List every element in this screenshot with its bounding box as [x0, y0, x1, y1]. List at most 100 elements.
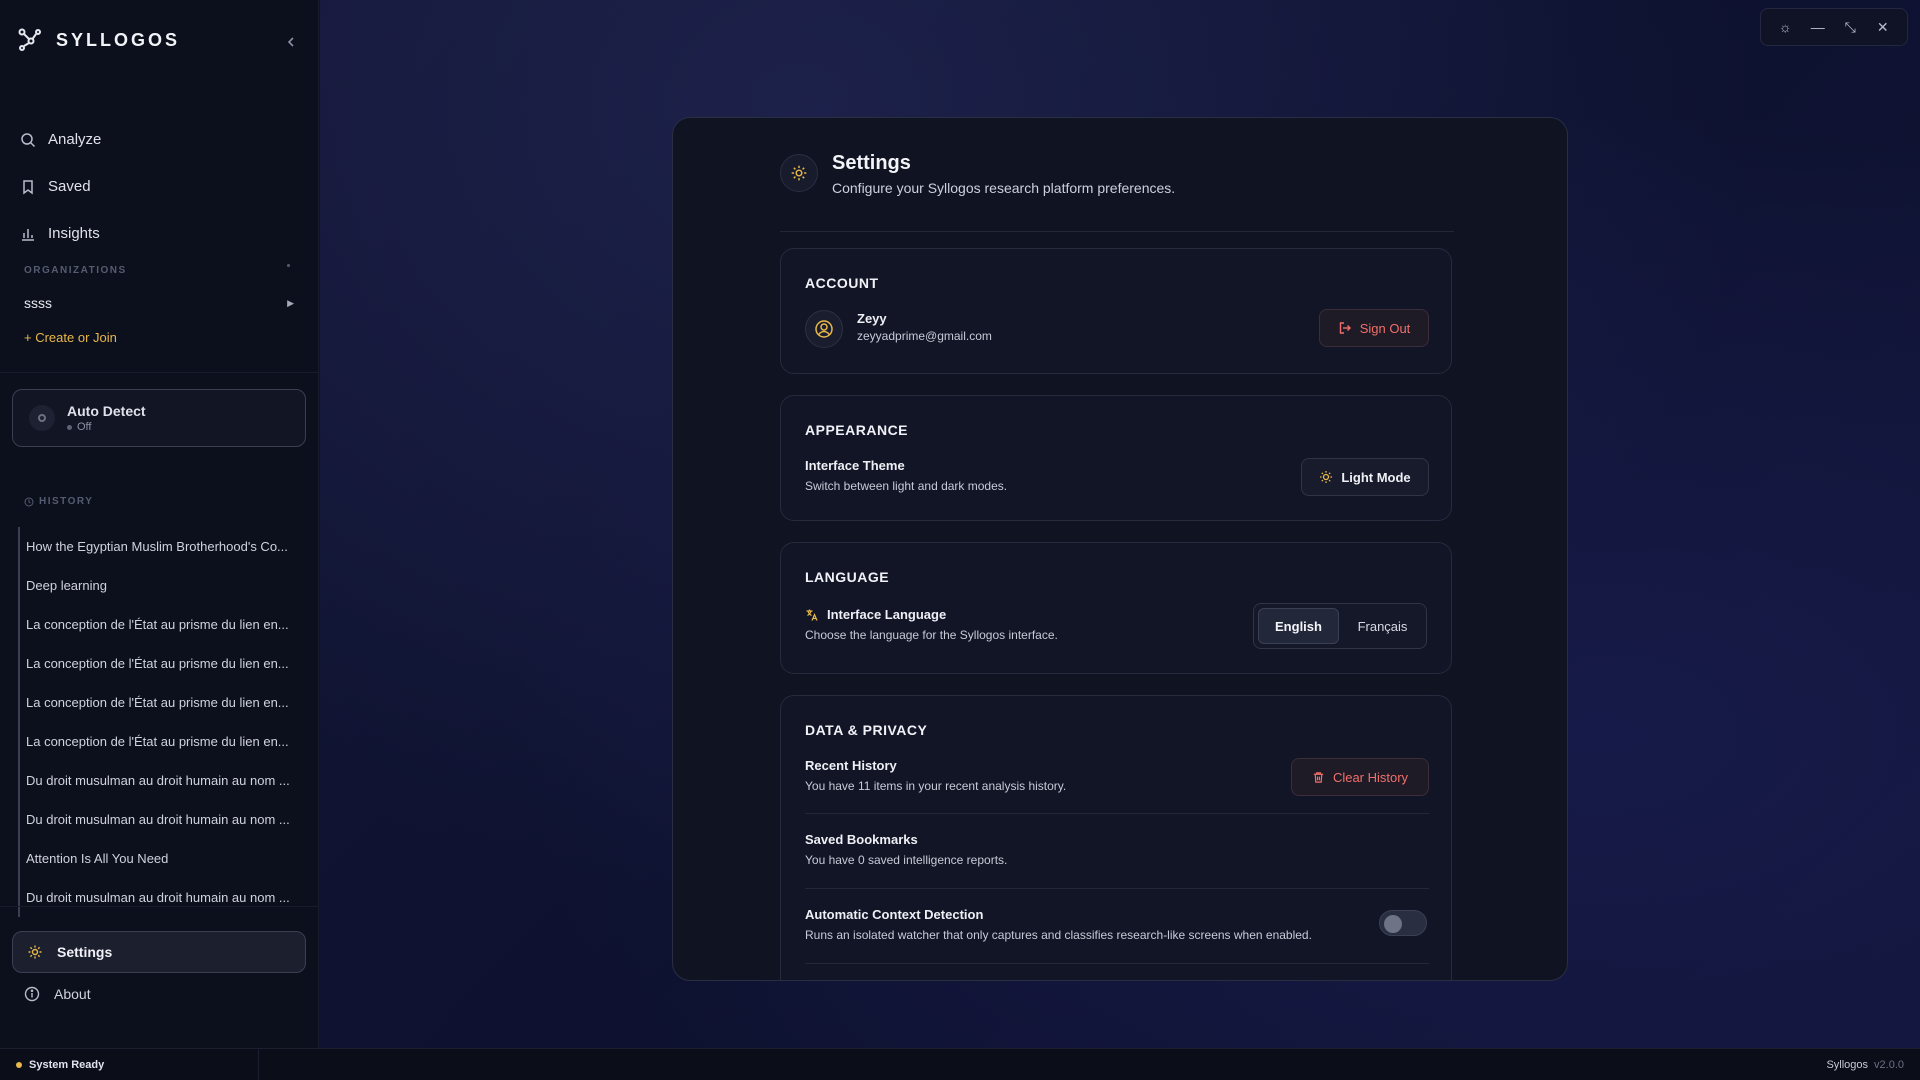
translate-icon: [806, 609, 818, 621]
row-separator: [805, 813, 1429, 814]
system-status-label: System Ready: [29, 1058, 105, 1071]
page-title: Settings: [832, 152, 911, 174]
user-avatar-icon: [805, 310, 843, 348]
history-item[interactable]: La conception de l'État au prisme du lie…: [18, 644, 298, 683]
org-name: ssss: [24, 295, 52, 311]
account-card: ACCOUNT Zeyy zeyyadprime@gmail.com Sign …: [780, 248, 1452, 374]
history-item-label: La conception de l'État au prisme du lie…: [26, 617, 289, 632]
user-name: Zeyy: [857, 311, 887, 326]
appearance-heading: APPEARANCE: [805, 422, 909, 438]
org-menu-dot[interactable]: [287, 264, 290, 267]
restore-icon[interactable]: ⤡: [1839, 16, 1861, 38]
sun-icon: [1320, 471, 1333, 483]
nav-saved[interactable]: Saved: [20, 163, 101, 210]
light-mode-button[interactable]: Light Mode: [1301, 458, 1429, 496]
search-icon: [21, 132, 36, 147]
history-item-label: How the Egyptian Muslim Brotherhood's Co…: [26, 539, 288, 554]
history-subtitle: You have 11 items in your recent analysi…: [805, 779, 1067, 793]
clear-history-label: Clear History: [1332, 769, 1409, 785]
auto-detect-status: Off: [67, 421, 146, 433]
nav-insights-label: Insights: [48, 225, 100, 242]
brand-name: SYLLOGOS: [56, 29, 181, 50]
appearance-card: APPEARANCE Interface Theme Switch betwee…: [780, 395, 1452, 521]
privacy-card: DATA & PRIVACY Recent History You have 1…: [780, 695, 1452, 980]
history-label: HISTORY: [24, 496, 93, 507]
settings-header: Settings Configure your Syllogos researc…: [780, 152, 1454, 232]
window-controls: ☼ — ⤡ ✕: [1760, 8, 1908, 46]
history-item-label: Du droit musulman au droit humain au nom…: [26, 812, 290, 827]
language-subtitle: Choose the language for the Syllogos int…: [805, 628, 1058, 642]
row-separator: [805, 963, 1429, 964]
gear-icon: [28, 945, 42, 959]
bookmarks-subtitle: You have 0 saved intelligence reports.: [805, 853, 1008, 867]
app-version: Syllogos v2.0.0: [1826, 1059, 1904, 1071]
collapse-sidebar-button[interactable]: [280, 31, 302, 53]
sidebar-divider: [0, 906, 319, 907]
bar-chart-icon: [22, 228, 34, 241]
minimize-icon[interactable]: —: [1807, 16, 1829, 38]
auto-detect-status-label: Off: [77, 421, 92, 433]
org-item[interactable]: ssss ▶: [24, 293, 294, 313]
status-dot-icon: [16, 1061, 22, 1068]
brand[interactable]: SYLLOGOS: [18, 28, 180, 52]
history-item-label: Du droit musulman au droit humain au nom…: [26, 890, 290, 905]
clock-icon: [24, 497, 34, 506]
history-item-label: Deep learning: [26, 578, 107, 593]
settings-panel: Settings Configure your Syllogos researc…: [672, 117, 1568, 981]
history-item[interactable]: Du droit musulman au droit humain au nom…: [18, 761, 298, 800]
sidebar-about-button[interactable]: About: [24, 986, 91, 1002]
history-item[interactable]: La conception de l'État au prisme du lie…: [18, 605, 298, 644]
page-subtitle: Configure your Syllogos research platfor…: [832, 180, 1176, 196]
sidebar-about-label: About: [54, 986, 91, 1002]
status-bar: System Ready Syllogos v2.0.0: [0, 1048, 1920, 1080]
nav-saved-label: Saved: [48, 178, 91, 195]
history-item[interactable]: Attention Is All You Need: [18, 839, 298, 878]
light-mode-label: Light Mode: [1341, 469, 1411, 485]
row-separator: [805, 888, 1429, 889]
sidebar-divider: [0, 372, 319, 373]
sign-out-icon: [1339, 322, 1351, 334]
app-name-label: Syllogos: [1826, 1058, 1869, 1071]
bookmarks-title: Saved Bookmarks: [805, 832, 918, 847]
nav-analyze[interactable]: Analyze: [20, 116, 101, 163]
bookmark-icon: [23, 179, 33, 194]
history-list: How the Egyptian Muslim Brotherhood's Co…: [18, 527, 298, 917]
context-detection-toggle[interactable]: [1379, 910, 1427, 936]
sign-out-button[interactable]: Sign Out: [1319, 309, 1429, 347]
organizations-label: ORGANIZATIONS: [24, 265, 127, 276]
theme-title: Interface Theme: [805, 458, 905, 473]
history-item[interactable]: Du droit musulman au droit humain au nom…: [18, 878, 298, 917]
account-heading: ACCOUNT: [805, 275, 879, 291]
language-option-english[interactable]: English: [1258, 608, 1339, 644]
sun-icon[interactable]: ☼: [1774, 16, 1796, 38]
privacy-heading: DATA & PRIVACY: [805, 722, 928, 738]
history-item[interactable]: Deep learning: [18, 566, 298, 605]
create-or-join-link[interactable]: + Create or Join: [24, 330, 117, 345]
language-selector: English Français: [1253, 603, 1427, 649]
history-item[interactable]: Du droit musulman au droit humain au nom…: [18, 800, 298, 839]
history-item[interactable]: How the Egyptian Muslim Brotherhood's Co…: [18, 527, 298, 566]
language-option-french[interactable]: Français: [1343, 608, 1422, 644]
history-item-label: La conception de l'État au prisme du lie…: [26, 656, 289, 671]
close-icon[interactable]: ✕: [1872, 16, 1894, 38]
main-area: ☼ — ⤡ ✕ Settings Configure your Syllogos…: [320, 0, 1920, 1048]
auto-detect-toggle[interactable]: Auto Detect Off: [12, 389, 306, 447]
caret-right-icon: ▶: [287, 297, 294, 308]
history-item-label: La conception de l'État au prisme du lie…: [26, 734, 289, 749]
history-label-text: HISTORY: [39, 496, 94, 507]
language-heading: LANGUAGE: [805, 569, 890, 585]
nav-insights[interactable]: Insights: [20, 210, 101, 257]
sidebar-settings-label: Settings: [57, 944, 113, 960]
history-item[interactable]: La conception de l'État au prisme du lie…: [18, 722, 298, 761]
context-detection-subtitle: Runs an isolated watcher that only captu…: [805, 928, 1312, 942]
language-card: LANGUAGE Interface Language Choose the l…: [780, 542, 1452, 674]
version-label: v2.0.0: [1874, 1058, 1904, 1071]
history-item[interactable]: La conception de l'État au prisme du lie…: [18, 683, 298, 722]
gear-icon: [780, 154, 818, 192]
context-detection-title: Automatic Context Detection: [805, 907, 984, 922]
history-item-label: La conception de l'État au prisme du lie…: [26, 695, 289, 710]
trash-icon: [1313, 771, 1324, 783]
clear-history-button[interactable]: Clear History: [1291, 758, 1429, 796]
sidebar-settings-button[interactable]: Settings: [12, 931, 306, 973]
history-item-label: Du droit musulman au droit humain au nom…: [26, 773, 290, 788]
